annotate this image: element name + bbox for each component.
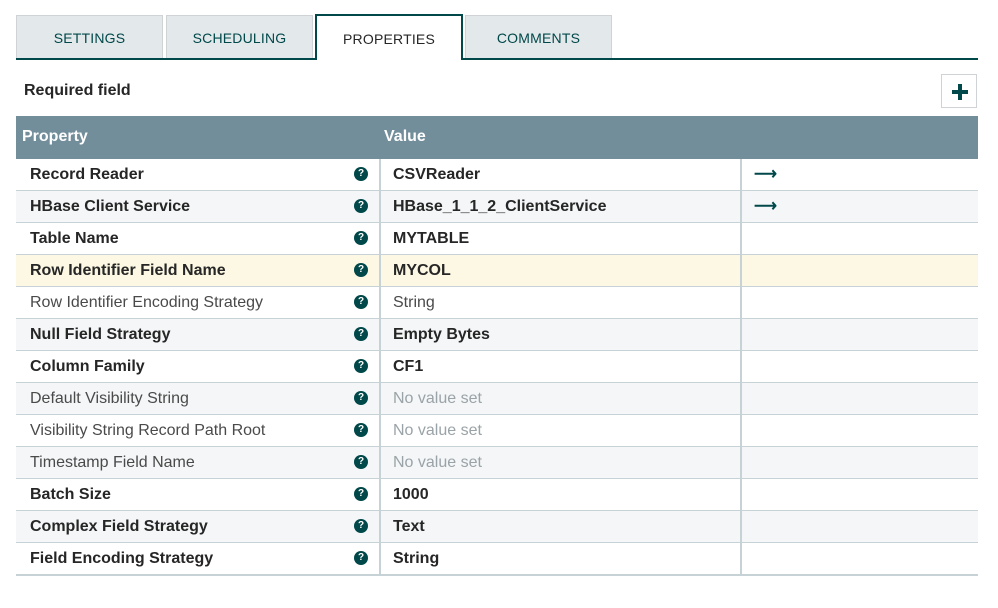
tab-settings[interactable]: SETTINGS bbox=[16, 15, 163, 58]
property-name: Visibility String Record Path Root bbox=[30, 422, 266, 439]
add-property-button[interactable] bbox=[941, 74, 977, 108]
property-name: Default Visibility String bbox=[30, 390, 189, 407]
column-divider bbox=[740, 543, 742, 574]
column-divider bbox=[379, 351, 381, 382]
column-divider bbox=[379, 447, 381, 478]
table-row[interactable]: Row Identifier Encoding Strategy? String bbox=[16, 287, 978, 319]
column-divider bbox=[740, 447, 742, 478]
arrow-right-icon[interactable]: ⟶ bbox=[754, 196, 777, 216]
question-circle-icon[interactable]: ? bbox=[354, 519, 368, 533]
column-divider bbox=[379, 543, 381, 574]
property-value[interactable]: MYCOL bbox=[393, 262, 451, 280]
question-circle-icon[interactable]: ? bbox=[354, 423, 368, 437]
question-circle-icon[interactable]: ? bbox=[354, 391, 368, 405]
question-circle-icon[interactable]: ? bbox=[354, 295, 368, 309]
property-name: Field Encoding Strategy bbox=[30, 550, 214, 567]
property-value[interactable]: No value set bbox=[393, 454, 482, 472]
property-name: Timestamp Field Name bbox=[30, 454, 195, 471]
tab-comments[interactable]: COMMENTS bbox=[465, 15, 612, 58]
question-circle-icon[interactable]: ? bbox=[354, 231, 368, 245]
column-divider bbox=[740, 191, 742, 222]
property-name: Row Identifier Encoding Strategy bbox=[30, 294, 264, 311]
question-circle-icon[interactable]: ? bbox=[354, 551, 368, 565]
question-circle-icon[interactable]: ? bbox=[354, 487, 368, 501]
column-divider bbox=[379, 287, 381, 318]
table-row[interactable]: Default Visibility String? No value set bbox=[16, 383, 978, 415]
property-value[interactable]: Empty Bytes bbox=[393, 326, 490, 344]
column-divider bbox=[379, 479, 381, 510]
properties-grid: Property Value Record Reader? CSVReader ⟶ H… bbox=[16, 116, 978, 576]
question-circle-icon[interactable]: ? bbox=[354, 263, 368, 277]
column-divider bbox=[740, 415, 742, 446]
column-divider bbox=[379, 415, 381, 446]
table-row[interactable]: Table Name? MYTABLE bbox=[16, 223, 978, 255]
column-divider bbox=[740, 159, 742, 190]
property-name: Record Reader bbox=[30, 166, 144, 183]
table-row[interactable]: Field Encoding Strategy? String bbox=[16, 543, 978, 575]
property-name: Complex Field Strategy bbox=[30, 518, 208, 535]
table-row[interactable]: Null Field Strategy? Empty Bytes bbox=[16, 319, 978, 351]
property-name: Null Field Strategy bbox=[30, 326, 171, 343]
column-divider bbox=[379, 511, 381, 542]
column-divider bbox=[740, 479, 742, 510]
property-value[interactable]: String bbox=[393, 550, 439, 568]
property-name: Batch Size bbox=[30, 486, 111, 503]
property-value[interactable]: CSVReader bbox=[393, 166, 480, 184]
tab-bar: SETTINGS SCHEDULING PROPERTIES COMMENTS bbox=[16, 14, 978, 60]
property-value[interactable]: CF1 bbox=[393, 358, 423, 376]
column-divider bbox=[740, 511, 742, 542]
question-circle-icon[interactable]: ? bbox=[354, 327, 368, 341]
tab-properties[interactable]: PROPERTIES bbox=[315, 14, 463, 60]
grid-rows: Record Reader? CSVReader ⟶ HBase Client Ser… bbox=[16, 159, 978, 576]
property-value[interactable]: MYTABLE bbox=[393, 230, 469, 248]
column-divider bbox=[379, 159, 381, 190]
property-value[interactable]: HBase_1_1_2_ClientService bbox=[393, 198, 606, 216]
arrow-right-icon[interactable]: ⟶ bbox=[754, 164, 777, 184]
question-circle-icon[interactable]: ? bbox=[354, 455, 368, 469]
column-divider bbox=[740, 351, 742, 382]
property-value[interactable]: No value set bbox=[393, 390, 482, 408]
column-divider bbox=[379, 223, 381, 254]
tab-scheduling[interactable]: SCHEDULING bbox=[166, 15, 313, 58]
table-row[interactable]: Complex Field Strategy? Text bbox=[16, 511, 978, 543]
table-row[interactable]: HBase Client Service? HBase_1_1_2_ClientS… bbox=[16, 191, 978, 223]
table-row[interactable]: Timestamp Field Name? No value set bbox=[16, 447, 978, 479]
table-row[interactable]: Row Identifier Field Name? MYCOL bbox=[16, 255, 978, 287]
table-row[interactable]: Visibility String Record Path Root? No va… bbox=[16, 415, 978, 447]
column-divider bbox=[379, 255, 381, 286]
required-field-label: Required field bbox=[24, 82, 131, 99]
column-divider bbox=[379, 191, 381, 222]
question-circle-icon[interactable]: ? bbox=[354, 199, 368, 213]
property-value[interactable]: Text bbox=[393, 518, 425, 536]
column-divider bbox=[740, 287, 742, 318]
column-divider bbox=[740, 319, 742, 350]
property-name: Row Identifier Field Name bbox=[30, 262, 226, 279]
column-divider bbox=[379, 383, 381, 414]
grid-header: Property Value bbox=[16, 116, 978, 159]
header-property[interactable]: Property bbox=[22, 128, 88, 146]
column-divider bbox=[740, 255, 742, 286]
question-circle-icon[interactable]: ? bbox=[354, 359, 368, 373]
table-row[interactable]: Batch Size? 1000 bbox=[16, 479, 978, 511]
property-value[interactable]: 1000 bbox=[393, 486, 429, 504]
property-value[interactable]: No value set bbox=[393, 422, 482, 440]
column-divider bbox=[740, 223, 742, 254]
table-row[interactable]: Column Family? CF1 bbox=[16, 351, 978, 383]
header-value[interactable]: Value bbox=[384, 128, 426, 146]
table-row[interactable]: Record Reader? CSVReader ⟶ bbox=[16, 159, 978, 191]
column-divider bbox=[379, 319, 381, 350]
property-value[interactable]: String bbox=[393, 294, 435, 312]
property-name: Column Family bbox=[30, 358, 145, 375]
property-name: HBase Client Service bbox=[30, 198, 191, 215]
property-name: Table Name bbox=[30, 230, 119, 247]
question-circle-icon[interactable]: ? bbox=[354, 167, 368, 181]
column-divider bbox=[740, 383, 742, 414]
